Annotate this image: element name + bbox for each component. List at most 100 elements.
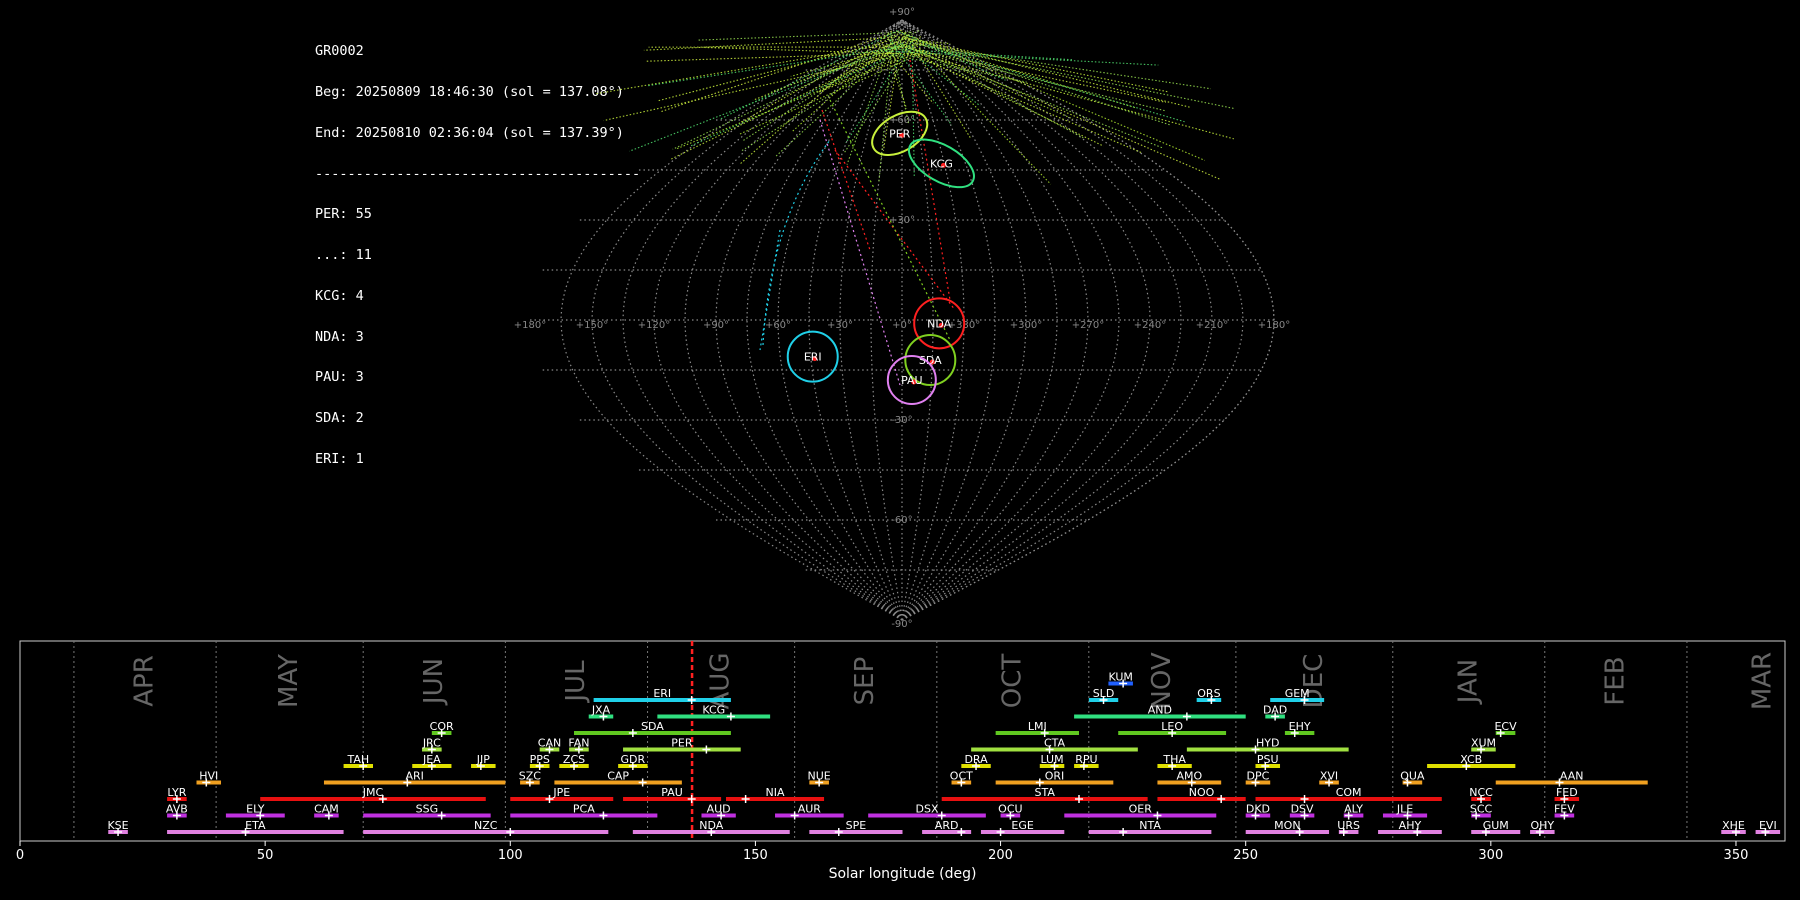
shower-label-per: PER — [671, 737, 693, 750]
x-axis-label: Solar longitude (deg) — [829, 866, 977, 882]
lon-tick-label: +90° — [703, 320, 729, 331]
shower-label-oct: OCT — [950, 770, 973, 783]
shower-label-ege: EGE — [1011, 819, 1033, 832]
shower-label-xvi: XVI — [1320, 770, 1338, 783]
meteor-trail — [719, 30, 898, 120]
shower-label-ors: ORS — [1197, 687, 1220, 700]
lat-tick-label: -90° — [891, 619, 912, 630]
shower-label-lmi: LMI — [1028, 720, 1047, 733]
meteor-trail — [821, 109, 871, 251]
shower-label-nda: NDA — [699, 819, 724, 832]
shower-label-fed: FED — [1556, 786, 1578, 799]
shower-label-cam: CAM — [314, 803, 339, 816]
shower-label-aud: AUD — [707, 803, 731, 816]
shower-label-nue: NUE — [808, 770, 831, 783]
lon-tick-label: +270° — [1072, 320, 1104, 331]
meteor-trail — [672, 30, 920, 150]
x-tick-label: 300 — [1478, 848, 1503, 863]
shower-label-can: CAN — [538, 737, 561, 750]
x-tick-label: 150 — [743, 848, 768, 863]
shower-label-fan: FAN — [568, 737, 589, 750]
month-label: JAN — [1453, 659, 1483, 705]
shower-label-spe: SPE — [846, 819, 867, 832]
shower-label-sda: SDA — [641, 720, 664, 733]
lon-tick-label: +30° — [827, 320, 853, 331]
shower-label-ohy: OHY — [1530, 819, 1554, 832]
lat-tick-label: -30° — [891, 415, 912, 426]
shower-label-leo: LEO — [1161, 720, 1183, 733]
shower-label-kcg: KCG — [702, 704, 725, 717]
shower-label-aly: ALY — [1344, 803, 1363, 816]
shower-label-com: COM — [1336, 786, 1362, 799]
shower-label-cor: COR — [430, 720, 454, 733]
meteor-trail — [907, 52, 1142, 154]
shower-label-lum: LUM — [1040, 753, 1063, 766]
lon-tick-label: +210° — [1196, 320, 1228, 331]
shower-label-evi: EVI — [1759, 819, 1777, 832]
shower-label-pau: PAU — [661, 786, 683, 799]
lat-tick-label: +90° — [889, 7, 915, 18]
month-label: MAR — [1747, 652, 1777, 710]
shower-label-qua: QUA — [1400, 770, 1425, 783]
x-tick-label: 250 — [1233, 848, 1258, 863]
lon-tick-label: +120° — [638, 320, 670, 331]
shower-label-jip: JIP — [476, 753, 490, 766]
month-label: FEB — [1600, 656, 1630, 705]
meteor-trail — [904, 47, 1166, 103]
shower-label-ecv: ECV — [1494, 720, 1517, 733]
lat-tick-label: +30° — [889, 215, 915, 226]
shower-label-dad: DAD — [1263, 704, 1287, 717]
shower-label-ari: ARI — [405, 770, 423, 783]
shower-label-ssg: SSG — [416, 803, 439, 816]
radiant-label-eri: ERI — [804, 351, 822, 364]
month-label: MAY — [274, 654, 304, 708]
shower-label-dsv: DSV — [1291, 803, 1314, 816]
shower-label-jrc: JRC — [422, 737, 441, 750]
month-label: APR — [130, 655, 160, 707]
shower-timeline: APR MAY JUN JUL AUG SEP OCT NOV DEC JAN FEB MARKUME… — [16, 640, 1786, 882]
shower-label-ahy: AHY — [1399, 819, 1422, 832]
shower-label-ely: ELY — [246, 803, 265, 816]
radiant-label-per: PER — [889, 127, 911, 140]
shower-label-gem: GEM — [1285, 687, 1310, 700]
lon-tick-label: +180° — [1258, 320, 1290, 331]
shower-label-rpu: RPU — [1075, 753, 1097, 766]
meteor-trail — [752, 37, 906, 101]
x-tick-label: 350 — [1724, 848, 1749, 863]
shower-label-nta: NTA — [1139, 819, 1161, 832]
shower-label-oer: OER — [1129, 803, 1153, 816]
radiant-label-kcg: KCG — [930, 157, 953, 170]
shower-label-aan: AAN — [1560, 770, 1584, 783]
shower-label-and: AND — [1148, 704, 1172, 717]
shower-label-jxa: JXA — [591, 704, 611, 717]
meteor-trail — [759, 229, 781, 351]
month-label: JUL — [561, 660, 591, 704]
lat-tick-label: -60° — [891, 515, 912, 526]
meteor-trail — [911, 41, 915, 176]
shower-label-tah: TAH — [346, 753, 369, 766]
radiant-label-pau: PAU — [901, 374, 923, 387]
x-tick-label: 200 — [988, 848, 1013, 863]
shower-label-nzc: NZC — [474, 819, 498, 832]
shower-label-nia: NIA — [766, 786, 785, 799]
meteor-trail — [762, 139, 831, 346]
shower-label-hyd: HYD — [1256, 737, 1279, 750]
shower-label-ori: ORI — [1045, 770, 1065, 783]
meteor-trail — [647, 46, 903, 87]
month-label: OCT — [997, 654, 1027, 709]
shower-label-zcs: ZCS — [563, 753, 585, 766]
shower-label-sta: STA — [1034, 786, 1055, 799]
shower-label-pca: PCA — [573, 803, 595, 816]
shower-label-fev: FEV — [1554, 803, 1575, 816]
meridian-line — [715, 19, 903, 621]
meteor-trail — [902, 41, 1211, 90]
shower-label-mon: MON — [1274, 819, 1300, 832]
meteor-trail — [919, 40, 1192, 109]
lon-tick-label: +300° — [1010, 320, 1042, 331]
shower-label-ocu: OCU — [998, 803, 1022, 816]
shower-label-aur: AUR — [798, 803, 822, 816]
x-tick-label: 100 — [498, 848, 523, 863]
lon-tick-label: +0° — [892, 320, 912, 331]
shower-label-cta: CTA — [1044, 737, 1066, 750]
shower-label-dkd: DKD — [1246, 803, 1270, 816]
